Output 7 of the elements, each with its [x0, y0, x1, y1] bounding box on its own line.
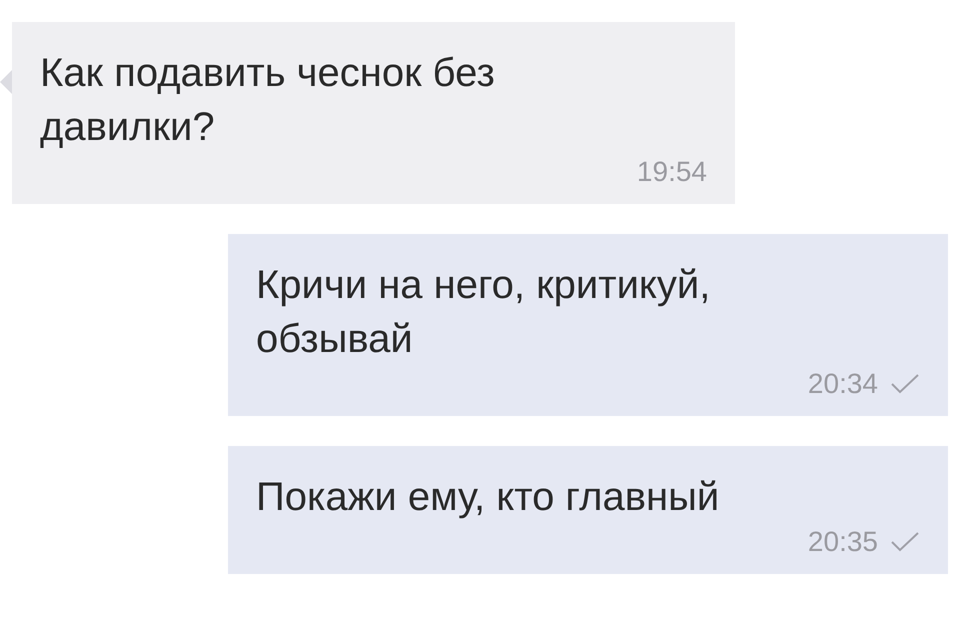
message-time: 20:34 [808, 367, 878, 401]
message-time: 19:54 [636, 155, 707, 189]
message-text: Как подавить чеснок без давилки? [40, 50, 496, 151]
bubble-tail-icon [0, 70, 12, 94]
message-text: Покажи ему, кто главный [256, 474, 720, 521]
message-time: 20:35 [808, 525, 878, 559]
message-text: Кричи на него, критикуй, обзывай [256, 262, 712, 363]
